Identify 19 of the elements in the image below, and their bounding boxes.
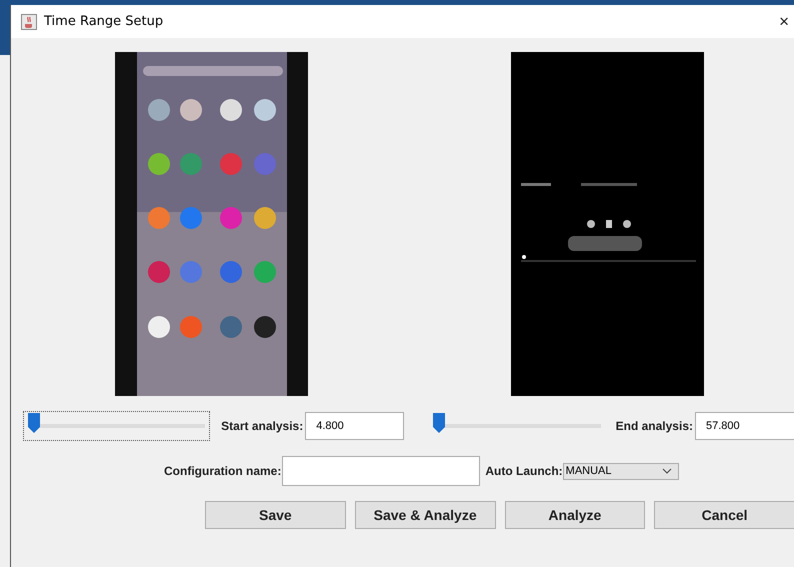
start-analysis-field[interactable]: 4.800 xyxy=(305,412,404,440)
configuration-name-label: Configuration name: xyxy=(164,464,282,478)
end-analysis-field[interactable]: 57.800 xyxy=(695,412,794,440)
slider-thumb[interactable] xyxy=(433,413,446,433)
cancel-button[interactable]: Cancel xyxy=(654,501,794,529)
configuration-name-field[interactable] xyxy=(282,456,480,486)
analyze-button[interactable]: Analyze xyxy=(504,501,646,529)
slider-thumb[interactable] xyxy=(28,413,40,433)
save-analyze-button[interactable]: Save & Analyze xyxy=(354,501,496,529)
auto-launch-dropdown[interactable]: MANUAL xyxy=(562,462,679,480)
start-slider[interactable] xyxy=(23,411,210,441)
close-button[interactable]: × xyxy=(775,12,793,32)
cup-icon xyxy=(21,14,37,30)
start-analysis-label: Start analysis: xyxy=(221,419,304,433)
chevron-icon xyxy=(662,468,672,474)
auto-launch-label: Auto Launch: xyxy=(485,464,563,478)
end-analysis-label: End analysis: xyxy=(616,419,693,433)
window-title: Time Range Setup xyxy=(44,14,164,29)
save-button[interactable]: Save xyxy=(205,501,346,529)
